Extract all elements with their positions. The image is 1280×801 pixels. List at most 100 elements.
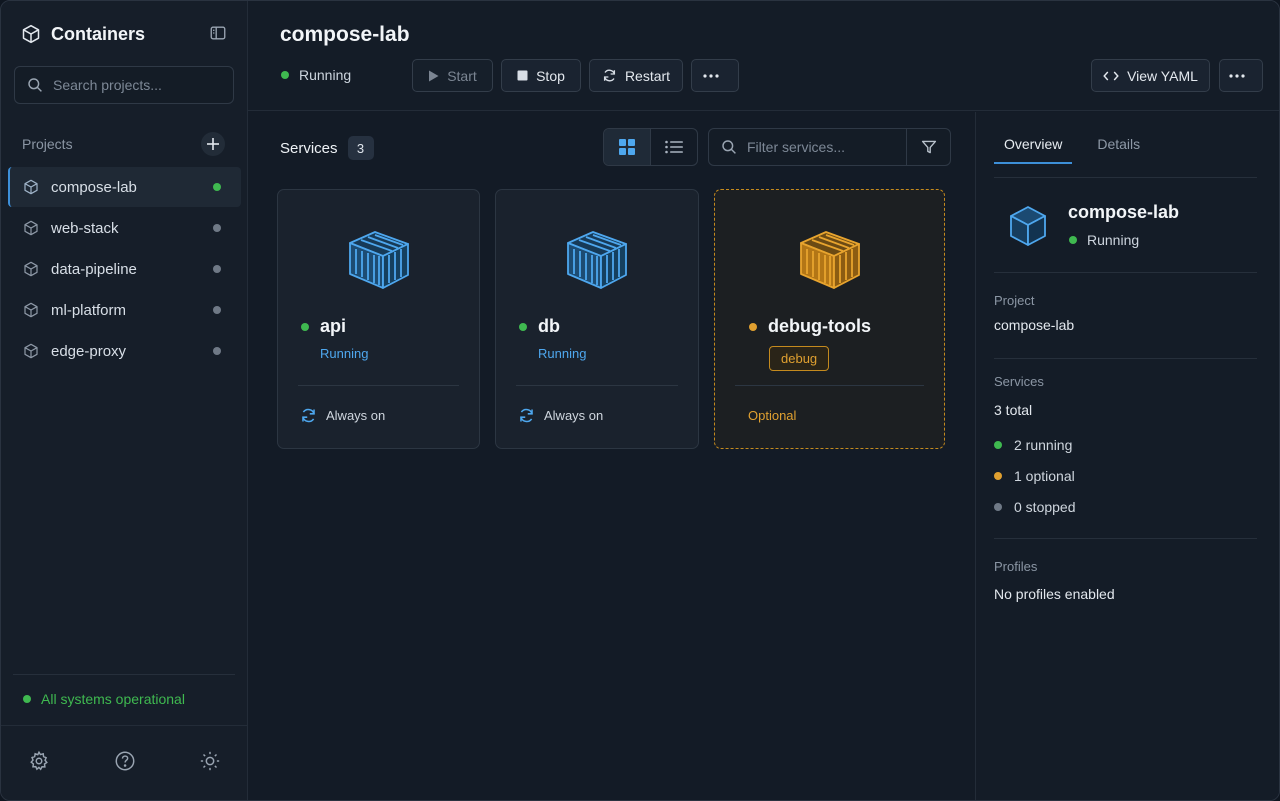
projects-header: Projects — [22, 131, 227, 157]
play-icon — [429, 70, 439, 81]
profiles-label: Profiles — [994, 559, 1038, 574]
sidebar-item-data-pipeline[interactable]: data-pipeline — [8, 249, 241, 289]
service-card-debug-tools[interactable]: debug-tools debug Optional — [714, 189, 945, 449]
search-input[interactable] — [53, 77, 213, 93]
view-yaml-button[interactable]: View YAML — [1091, 59, 1210, 92]
grid-view-button[interactable] — [604, 129, 651, 165]
running-count: 2 running — [994, 437, 1072, 453]
container-icon — [799, 231, 860, 289]
app-window: Containers Projects compose-lab web-s — [0, 0, 1280, 801]
project-value: compose-lab — [994, 317, 1075, 333]
optional-count-text: 1 optional — [1014, 468, 1075, 484]
restart-button-label: Restart — [624, 67, 671, 84]
service-name: api — [301, 316, 346, 337]
restart-policy-text: Always on — [544, 408, 604, 423]
sidebar-item-label: compose-lab — [51, 178, 137, 196]
search-icon — [722, 140, 736, 154]
services-header: Services 3 — [280, 136, 374, 160]
running-count-text: 2 running — [1014, 437, 1073, 453]
system-status-text: All systems operational — [41, 691, 185, 707]
panel-divider — [994, 358, 1257, 359]
panel-status-text: Running — [1087, 232, 1140, 248]
tab-details[interactable]: Details — [1097, 136, 1140, 164]
sun-theme-icon[interactable] — [199, 750, 221, 772]
project-cube-icon — [1010, 206, 1046, 246]
sidebar-item-label: ml-platform — [51, 301, 127, 319]
header-more-button[interactable] — [1219, 59, 1263, 92]
services-count-badge: 3 — [347, 136, 374, 160]
profiles-value: No profiles enabled — [994, 586, 1115, 602]
panel-divider — [994, 538, 1257, 539]
service-card-api[interactable]: api Running Always on — [277, 189, 480, 449]
tab-overview[interactable]: Overview — [994, 136, 1073, 164]
list-view-button[interactable] — [651, 129, 697, 165]
details-panel: Overview Details compose-lab Running Pro… — [975, 112, 1279, 800]
service-state: Running — [538, 346, 587, 361]
filter-button[interactable] — [906, 129, 950, 165]
sidebar-item-web-stack[interactable]: web-stack — [8, 208, 241, 248]
sidebar-item-label: web-stack — [51, 219, 119, 237]
sidebar-header: Containers — [21, 21, 227, 47]
project-status: Running — [281, 67, 351, 83]
sidebar-item-compose-lab[interactable]: compose-lab — [8, 167, 241, 207]
stop-button[interactable]: Stop — [501, 59, 581, 92]
card-divider — [735, 385, 924, 386]
project-list: compose-lab web-stack data-pipeline ml-p… — [8, 167, 241, 372]
start-button-label: Start — [447, 67, 477, 84]
refresh-icon — [603, 69, 615, 82]
containers-logo-icon — [22, 24, 40, 44]
stop-button-label: Stop — [536, 67, 565, 84]
project-label: Project — [994, 293, 1035, 308]
stop-icon — [517, 70, 528, 81]
service-card-db[interactable]: db Running Always on — [495, 189, 699, 449]
more-actions-button[interactable] — [691, 59, 739, 92]
card-divider — [298, 385, 459, 386]
help-icon[interactable] — [114, 750, 136, 772]
optional-status-dot — [994, 472, 1002, 480]
sidebar: Containers Projects compose-lab web-s — [1, 1, 248, 800]
service-optional-label: Optional — [748, 408, 797, 423]
system-status: All systems operational — [23, 691, 185, 707]
grid-icon — [619, 139, 635, 155]
code-icon — [1103, 71, 1119, 80]
project-cube-icon — [24, 220, 38, 236]
ellipsis-icon — [1229, 73, 1245, 78]
filter-input[interactable] — [747, 139, 897, 155]
system-status-dot — [23, 695, 31, 703]
project-cube-icon — [24, 179, 38, 195]
add-project-button[interactable] — [201, 132, 225, 156]
project-status-text: Running — [299, 67, 352, 83]
service-restart-policy: Always on — [518, 407, 603, 424]
services-area: Services 3 Filter services... api Runnin… — [248, 112, 975, 800]
projects-label: Projects — [22, 136, 73, 152]
service-restart-policy: Always on — [300, 407, 385, 424]
service-name: db — [519, 316, 560, 337]
sidebar-item-ml-platform[interactable]: ml-platform — [8, 290, 241, 330]
view-toggle — [603, 128, 698, 166]
sidebar-item-label: data-pipeline — [51, 260, 137, 278]
start-button[interactable]: Start — [412, 59, 493, 92]
main-area: compose-lab Running Start Stop Restart V… — [248, 1, 1279, 800]
service-name: debug-tools — [749, 316, 871, 337]
running-status-dot — [281, 71, 289, 79]
service-name-text: debug-tools — [768, 316, 871, 336]
running-status-dot — [301, 322, 309, 331]
collapse-sidebar-icon[interactable] — [209, 24, 227, 42]
funnel-icon — [921, 140, 936, 154]
ellipsis-icon — [703, 73, 719, 78]
sidebar-divider — [13, 674, 235, 675]
project-cube-icon — [24, 302, 38, 318]
container-icon — [348, 231, 409, 289]
refresh-icon — [302, 408, 315, 423]
stopped-count: 0 stopped — [994, 499, 1076, 515]
project-search[interactable] — [14, 66, 234, 104]
gear-icon[interactable] — [28, 750, 50, 772]
sidebar-item-edge-proxy[interactable]: edge-proxy — [8, 331, 241, 371]
optional-status-dot — [749, 322, 757, 331]
view-yaml-label: View YAML — [1127, 67, 1198, 84]
services-total: 3 total — [994, 402, 1033, 418]
restart-button[interactable]: Restart — [589, 59, 683, 92]
panel-tabs: Overview Details — [994, 136, 1140, 164]
service-filter[interactable] — [708, 128, 951, 166]
restart-policy-text: Always on — [326, 408, 386, 423]
